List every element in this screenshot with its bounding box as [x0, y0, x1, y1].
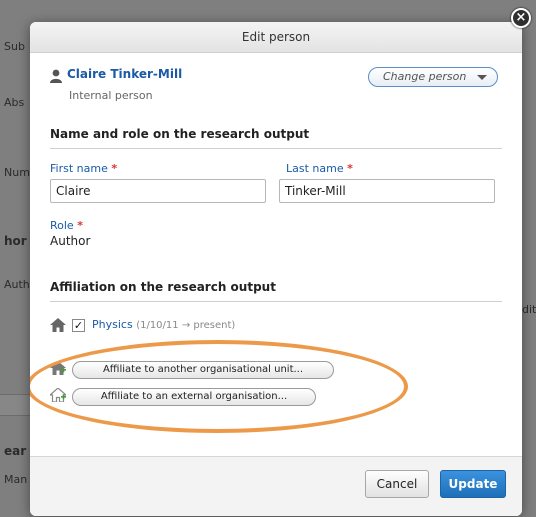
- highlight-annotation: [30, 340, 408, 433]
- bg-fragment: ear: [4, 444, 27, 458]
- dialog-title: Edit person: [30, 22, 522, 53]
- affiliation-unit: Physics: [92, 318, 133, 331]
- last-name-label: Last name *: [286, 162, 353, 175]
- first-name-field[interactable]: [50, 179, 266, 203]
- last-name-field[interactable]: [279, 179, 495, 203]
- affiliation-checkbox[interactable]: ✓: [72, 319, 85, 332]
- role-label: Role *: [50, 219, 83, 232]
- person-name-link[interactable]: Claire Tinker-Mill: [67, 67, 182, 81]
- required-marker: *: [77, 219, 83, 232]
- divider: [50, 301, 502, 302]
- chevron-down-icon: [477, 75, 487, 80]
- required-marker: *: [347, 162, 353, 175]
- affiliation-dates: (1/10/11 → present): [136, 320, 236, 331]
- person-type: Internal person: [69, 89, 153, 102]
- last-name-label-text: Last name: [286, 162, 344, 175]
- bg-fragment: dit: [522, 303, 536, 316]
- bg-fragment: Abs: [4, 96, 25, 109]
- edit-person-dialog: Edit person Claire Tinker-Mill Internal …: [30, 22, 522, 516]
- required-marker: *: [111, 162, 118, 175]
- role-value: Author: [50, 234, 91, 248]
- bg-fragment: Sub: [4, 40, 25, 53]
- update-button[interactable]: Update: [440, 470, 506, 498]
- dialog-footer: Cancel Update: [30, 456, 522, 516]
- affiliation-name[interactable]: Physics (1/10/11 → present): [92, 318, 235, 331]
- bg-fragment: Man: [4, 473, 28, 486]
- bg-fragment: Num: [4, 166, 30, 179]
- change-person-label: Change person: [383, 70, 467, 83]
- person-icon: [50, 69, 62, 83]
- cancel-button[interactable]: Cancel: [365, 470, 429, 498]
- first-name-label: First name *: [50, 162, 117, 175]
- role-label-text: Role: [50, 219, 74, 232]
- close-icon[interactable]: ×: [511, 8, 531, 28]
- bg-fragment: hor: [4, 234, 27, 248]
- change-person-button[interactable]: Change person: [368, 67, 498, 87]
- divider: [50, 148, 502, 149]
- first-name-label-text: First name: [50, 162, 108, 175]
- section-name-role-title: Name and role on the research output: [50, 127, 310, 141]
- home-icon: [50, 318, 66, 332]
- bg-fragment: Auth: [4, 278, 30, 291]
- section-affiliation-title: Affiliation on the research output: [50, 280, 276, 294]
